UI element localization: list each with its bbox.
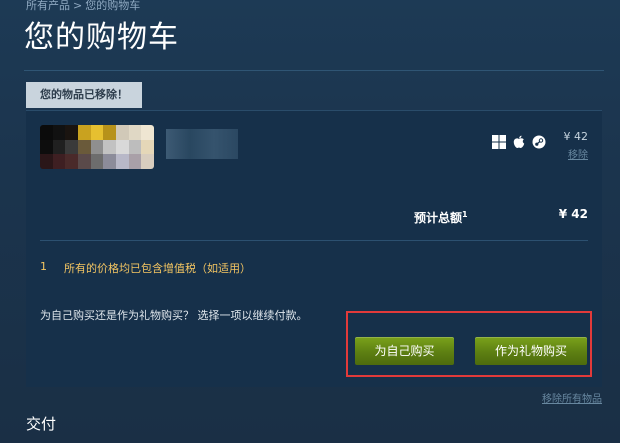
apple-icon [513,135,525,148]
vat-footnote-number: 1 [40,260,47,273]
payment-heading: 交付 [26,415,57,433]
remove-all-items-link[interactable]: 移除所有物品 [542,390,602,405]
cart-item-row: ¥ 42 移除 [26,110,602,183]
platform-icons [492,135,546,149]
page-title: 您的购物车 [24,20,179,55]
breadcrumb-separator: > [73,0,83,12]
steam-icon [532,135,546,149]
windows-icon [492,135,506,149]
header-divider [24,70,604,71]
purchase-question: 为自己购买还是作为礼物购买？ 选择一项以继续付款。 [40,309,308,322]
breadcrumb-root[interactable]: 所有产品 [26,0,70,12]
item-name-blurred[interactable] [166,129,238,159]
purchase-as-gift-button[interactable]: 作为礼物购买 [475,337,587,365]
purchase-for-myself-button[interactable]: 为自己购买 [355,337,454,365]
estimated-total-label: 预计总额1 [414,209,468,226]
vat-notice: 所有的价格均已包含增值税（如适用） [64,262,251,275]
item-price: ¥ 42 [563,130,589,143]
game-thumbnail[interactable] [40,125,154,169]
footnote-marker: 1 [462,210,468,219]
item-removed-notice: 您的物品已移除！ [26,82,142,108]
estimated-total-text: 预计总额 [414,211,463,225]
estimated-total-price: ¥ 42 [558,207,588,221]
remove-item-link[interactable]: 移除 [568,146,588,161]
summary-divider [40,240,588,241]
breadcrumb-current: 您的购物车 [85,0,141,12]
